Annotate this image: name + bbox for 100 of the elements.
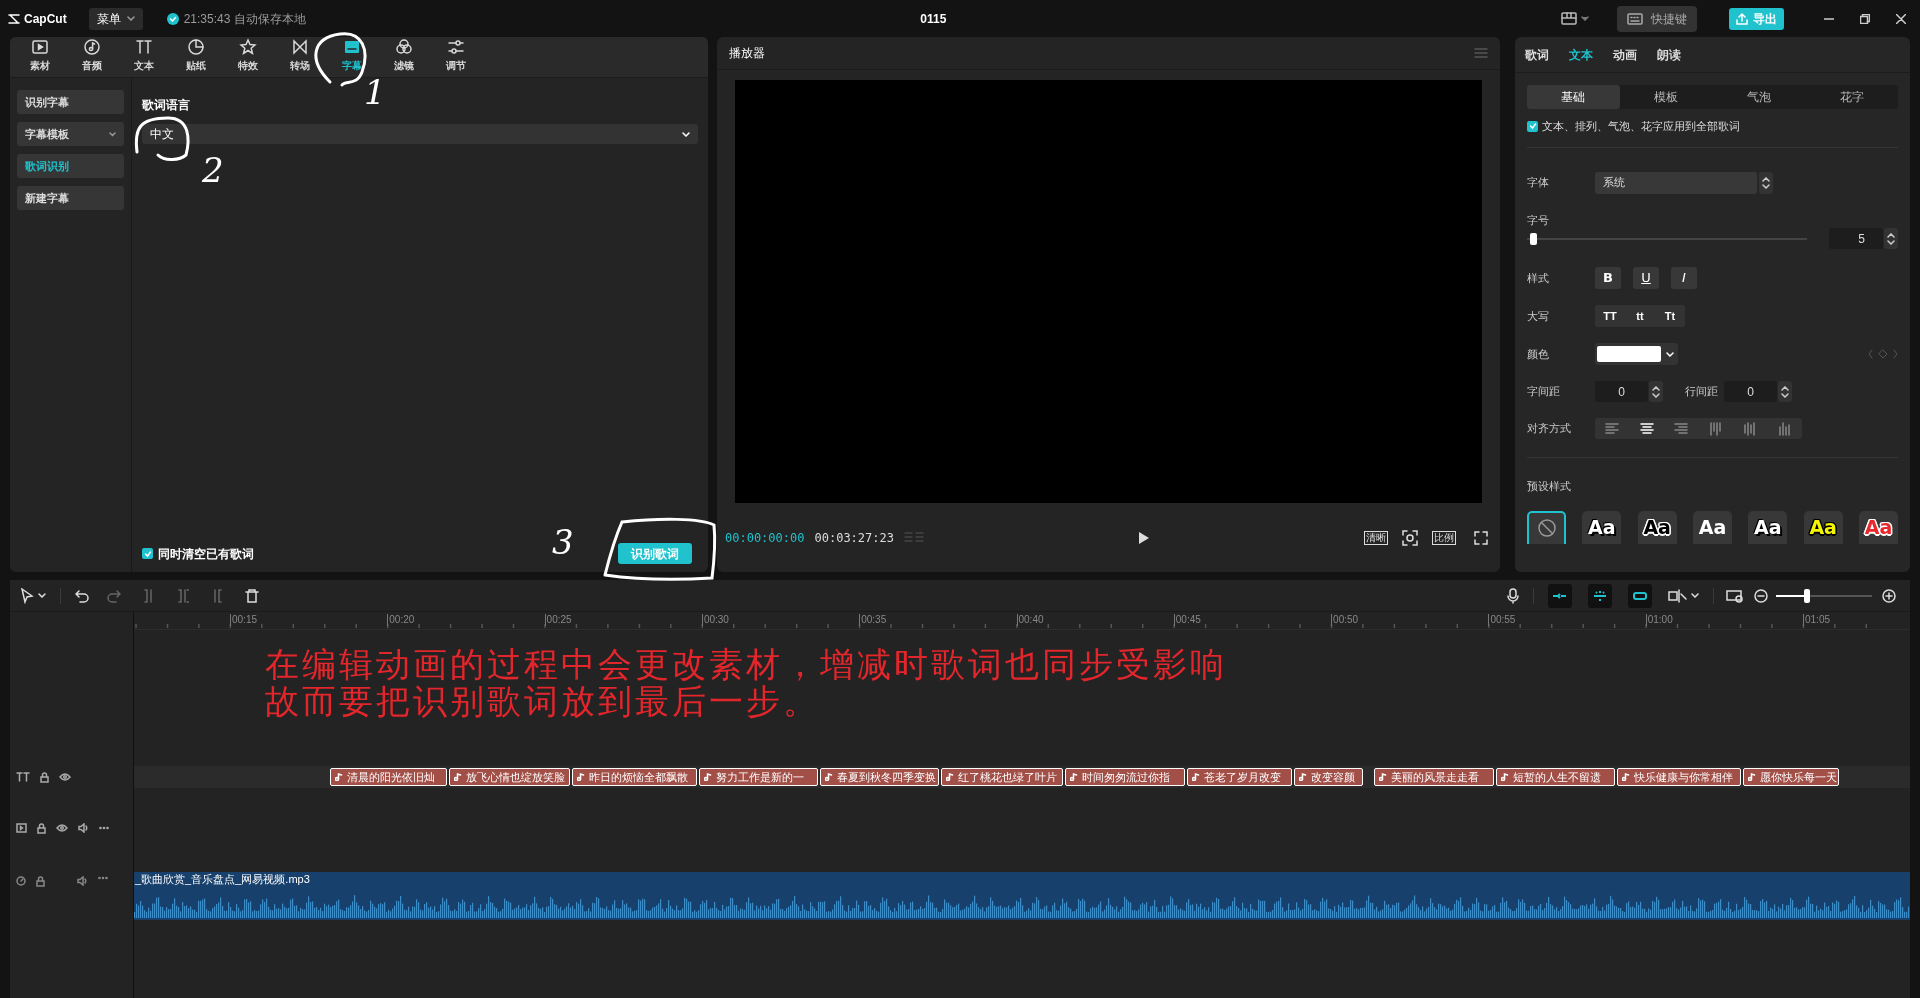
- toolbar-tab[interactable]: 滤镜: [388, 38, 420, 73]
- eye-icon[interactable]: [59, 773, 71, 781]
- size-field[interactable]: 5: [1829, 228, 1883, 249]
- undo-icon[interactable]: [75, 588, 89, 603]
- close-icon[interactable]: [1896, 13, 1906, 24]
- spinner-icon[interactable]: [1762, 176, 1770, 189]
- sub-tab[interactable]: 气泡: [1712, 85, 1806, 109]
- speaker-icon[interactable]: [78, 823, 89, 833]
- preset-style[interactable]: Aa: [1693, 510, 1732, 544]
- preset-style[interactable]: Aa: [1582, 510, 1622, 544]
- toolbar-tab[interactable]: 文本: [128, 38, 160, 73]
- sub-tab[interactable]: 模板: [1619, 85, 1713, 109]
- slider-thumb[interactable]: [1803, 588, 1810, 603]
- side-menu-item[interactable]: 字幕模板: [17, 122, 124, 146]
- microphone-icon[interactable]: [1507, 587, 1519, 604]
- delete-icon[interactable]: [245, 588, 259, 603]
- color-picker[interactable]: [1595, 343, 1678, 365]
- lyric-clip[interactable]: 时间匆匆流过你指: [1065, 768, 1185, 786]
- lock-icon[interactable]: [37, 822, 46, 834]
- sub-tab[interactable]: 花字: [1805, 85, 1898, 109]
- preset-style[interactable]: [1527, 510, 1566, 544]
- select-tool-icon[interactable]: [1668, 588, 1688, 603]
- speaker-icon[interactable]: [77, 876, 88, 886]
- shortcut-button[interactable]: 快捷键: [1617, 5, 1697, 32]
- vertical-align-icon[interactable]: [1777, 421, 1792, 436]
- panel-tab[interactable]: 歌词: [1525, 45, 1549, 64]
- more-icon[interactable]: [98, 876, 108, 880]
- side-menu-item[interactable]: 歌词识别: [17, 154, 124, 178]
- panel-tab[interactable]: 文本: [1569, 45, 1593, 64]
- preset-style[interactable]: Aa: [1748, 510, 1788, 544]
- caret-icon[interactable]: [1691, 593, 1699, 598]
- align-icon[interactable]: [1639, 421, 1654, 436]
- toolbar-tab[interactable]: 音频: [76, 38, 108, 73]
- spinner-icon[interactable]: [1781, 385, 1789, 398]
- toolbar-tab[interactable]: 调节: [440, 38, 472, 73]
- link-icon[interactable]: [1548, 583, 1572, 608]
- quality-button[interactable]: 清晰: [1364, 530, 1388, 545]
- spacing-field[interactable]: 0: [1595, 381, 1648, 402]
- side-menu-item[interactable]: 新建字幕: [17, 186, 124, 210]
- style-button[interactable]: B: [1595, 267, 1621, 289]
- language-dropdown[interactable]: 中文: [142, 124, 698, 144]
- panel-tab[interactable]: 朗读: [1657, 45, 1681, 64]
- lyric-clip[interactable]: 改变容颜: [1294, 768, 1363, 786]
- toolbar-tab[interactable]: 贴纸: [180, 38, 212, 73]
- lock-icon[interactable]: [36, 876, 45, 887]
- toolbar-tab[interactable]: 素材: [24, 38, 56, 73]
- panel-tab[interactable]: 动画: [1613, 45, 1637, 64]
- more-icon[interactable]: [99, 826, 109, 830]
- preview-icon[interactable]: [1726, 588, 1744, 603]
- caret-icon[interactable]: [38, 593, 46, 598]
- toolbar-tab[interactable]: 转场: [284, 38, 316, 73]
- menu-button[interactable]: 菜单: [88, 7, 143, 30]
- lyric-clip[interactable]: 红了桃花也绿了叶片: [941, 768, 1063, 786]
- lyric-clip[interactable]: 昨日的烦恼全都飘散: [572, 768, 697, 786]
- slider-thumb[interactable]: [1529, 232, 1537, 245]
- lyric-clip[interactable]: 愿你快乐每一天: [1743, 768, 1839, 786]
- zoom-out-icon[interactable]: [1754, 588, 1768, 603]
- side-menu-item[interactable]: 识别字幕: [17, 90, 124, 114]
- zoom-slider[interactable]: [1776, 588, 1872, 603]
- spacing-field[interactable]: 0: [1724, 381, 1777, 402]
- case-button[interactable]: Tt: [1659, 305, 1681, 327]
- vertical-align-icon[interactable]: [1743, 421, 1758, 436]
- sub-tab[interactable]: 基础: [1527, 85, 1620, 109]
- vertical-align-icon[interactable]: [1708, 421, 1723, 436]
- size-slider[interactable]: [1527, 231, 1807, 246]
- pointer-icon[interactable]: [20, 587, 34, 604]
- focus-icon[interactable]: [1402, 529, 1418, 546]
- play-icon[interactable]: [1138, 530, 1150, 545]
- snap-icon[interactable]: [1588, 583, 1612, 608]
- chain-icon[interactable]: [1628, 583, 1652, 608]
- zoom-in-icon[interactable]: [1882, 588, 1896, 603]
- font-select[interactable]: 系统: [1595, 171, 1757, 194]
- spinner-icon[interactable]: [1887, 232, 1895, 245]
- restore-icon[interactable]: [1860, 13, 1870, 24]
- eye-icon[interactable]: [56, 824, 68, 832]
- lyric-clip[interactable]: 春夏到秋冬四季变换: [820, 768, 939, 786]
- redo-icon[interactable]: [107, 588, 121, 603]
- ruler-label: 00:25: [544, 614, 572, 626]
- lyric-clip[interactable]: 短暂的人生不留遗: [1496, 768, 1615, 786]
- lyric-clip[interactable]: 努力工作是新的一: [699, 768, 818, 786]
- toolbar-tab[interactable]: 特效: [232, 38, 264, 73]
- style-button[interactable]: U: [1633, 267, 1659, 289]
- lyric-clip[interactable]: 放飞心情也绽放笑脸: [449, 768, 570, 786]
- layout-icon[interactable]: [1561, 12, 1577, 25]
- style-button[interactable]: I: [1671, 267, 1697, 289]
- preset-style[interactable]: Aa: [1803, 510, 1843, 544]
- ratio-button[interactable]: 比例: [1432, 530, 1456, 545]
- fullscreen-icon[interactable]: [1474, 530, 1488, 545]
- checkbox[interactable]: [142, 548, 153, 559]
- case-button[interactable]: TT: [1599, 305, 1621, 327]
- lock-icon[interactable]: [40, 771, 49, 783]
- spinner-icon[interactable]: [1652, 385, 1660, 398]
- case-button[interactable]: tt: [1629, 305, 1651, 327]
- lyric-clip[interactable]: 美丽的风景走走看: [1374, 768, 1494, 786]
- checkbox[interactable]: [1527, 120, 1538, 132]
- audio-clip[interactable]: _歌曲欣赏_音乐盘点_网易视频.mp3: [134, 872, 1910, 920]
- lyric-clip[interactable]: 清晨的阳光依旧灿: [330, 768, 447, 786]
- toolbar-tab[interactable]: 字幕: [336, 38, 368, 73]
- lyric-clip[interactable]: 苍老了岁月改变: [1187, 768, 1292, 786]
- lyric-clip[interactable]: 快乐健康与你常相伴: [1617, 768, 1741, 786]
